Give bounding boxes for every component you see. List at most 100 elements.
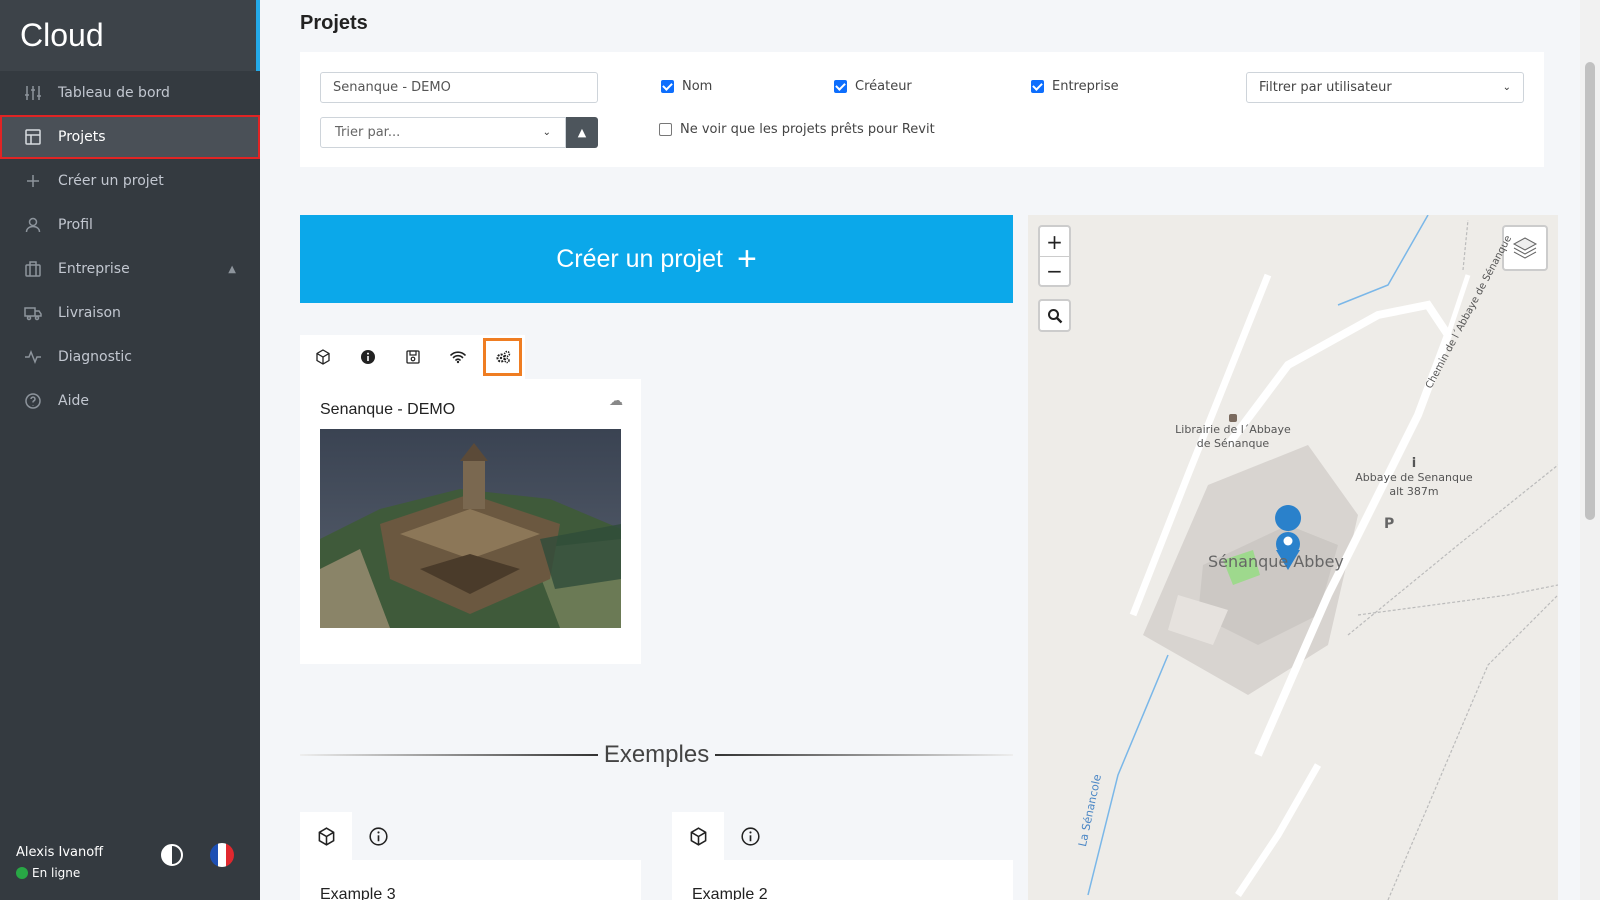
gears-icon (496, 350, 510, 364)
checkbox-createur[interactable]: Créateur (834, 79, 912, 94)
contrast-toggle-icon[interactable] (161, 844, 183, 866)
project-title[interactable]: Senanque - DEMO (320, 401, 455, 419)
tab-save[interactable] (390, 335, 435, 379)
chevron-down-icon: ⌄ (1502, 82, 1511, 93)
checkbox-label: Nom (682, 79, 713, 94)
example-title[interactable]: Example 3 (320, 886, 396, 900)
brand-logo[interactable]: Cloud (0, 0, 260, 71)
checkbox-entreprise[interactable]: Entreprise (1031, 79, 1119, 94)
chevron-down-icon: ⌄ (542, 127, 551, 138)
sidebar-item-label: Livraison (58, 305, 121, 321)
sidebar-nav: Tableau de bord Projets Créer un projet … (0, 71, 260, 423)
sidebar: Cloud Tableau de bord Projets Créer un p… (0, 0, 260, 900)
tab-info[interactable] (352, 812, 404, 860)
tab-3d-model[interactable] (672, 812, 724, 860)
plus-icon: + (736, 239, 757, 278)
user-filter-select[interactable]: Filtrer par utilisateur ⌄ (1246, 72, 1524, 103)
cloud-sync-icon[interactable]: ☁ (609, 393, 623, 409)
checkbox-label: Ne voir que les projets prêts pour Revit (680, 122, 935, 137)
checkbox-checked-icon[interactable] (1031, 80, 1044, 93)
project-map[interactable]: + − Librairie de l´Abbaye de Sénanque i Ab… (1028, 215, 1558, 900)
tab-3d-model[interactable] (300, 812, 352, 860)
tab-wifi[interactable] (435, 335, 480, 379)
brand-text: Cloud (20, 17, 104, 53)
scrollbar-thumb[interactable] (1585, 62, 1595, 520)
project-card[interactable]: ☁ Senanque - DEMO (300, 379, 641, 664)
tab-settings[interactable] (480, 335, 525, 379)
map-label-librairie: Librairie de l´Abbaye de Sénanque (1175, 423, 1291, 450)
checkbox-nom[interactable]: Nom (661, 79, 712, 94)
create-project-label: Créer un projet (556, 244, 723, 273)
sidebar-item-entreprise[interactable]: Entreprise ▲ (0, 247, 260, 291)
sliders-icon (24, 84, 42, 102)
sidebar-item-profil[interactable]: Profil (0, 203, 260, 247)
user-name: Alexis Ivanoff (16, 845, 104, 860)
example-title[interactable]: Example 2 (692, 886, 768, 900)
sidebar-item-label: Créer un projet (58, 173, 164, 189)
activity-icon (24, 348, 42, 366)
checkbox-checked-icon[interactable] (834, 80, 847, 93)
zoom-out-button[interactable]: − (1040, 256, 1069, 285)
project-thumbnail[interactable] (320, 429, 621, 628)
sort-select[interactable]: Trier par... ⌄ (320, 117, 566, 148)
cube-icon (318, 826, 334, 846)
checkbox-label: Créateur (855, 79, 912, 94)
sidebar-item-label: Aide (58, 393, 89, 409)
sidebar-item-creer-projet[interactable]: Créer un projet (0, 159, 260, 203)
map-search-control (1038, 299, 1071, 332)
sidebar-item-label: Projets (58, 129, 106, 145)
tab-3d-model[interactable] (300, 335, 345, 379)
main-content: Projets Trier par... ⌄ ▲ Nom Créateur En… (260, 0, 1580, 900)
sidebar-item-diagnostic[interactable]: Diagnostic (0, 335, 260, 379)
online-dot-icon (16, 867, 28, 879)
checkbox-revit-ready[interactable]: Ne voir que les projets prêts pour Revit (659, 122, 935, 137)
info-icon (360, 350, 375, 364)
page-scrollbar[interactable] (1580, 0, 1600, 900)
tab-info[interactable] (345, 335, 390, 379)
french-flag-icon[interactable] (210, 843, 234, 867)
map-label-main: Sénanque Abbey (1208, 552, 1344, 571)
user-icon (24, 216, 42, 234)
project-search-input[interactable] (320, 72, 598, 103)
map-search-button[interactable] (1040, 301, 1069, 330)
building-icon (24, 260, 42, 278)
map-label-abbaye: i Abbaye de Senanque alt 387m (1355, 456, 1473, 499)
zoom-control: + − (1038, 225, 1071, 287)
sidebar-item-label: Profil (58, 217, 93, 233)
sidebar-item-tableau-de-bord[interactable]: Tableau de bord (0, 71, 260, 115)
filter-card: Trier par... ⌄ ▲ Nom Créateur Entreprise… (300, 52, 1544, 167)
cube-icon (690, 826, 706, 846)
user-filter-value: Filtrer par utilisateur (1259, 80, 1392, 95)
layout-icon (24, 128, 42, 146)
divider (300, 754, 598, 756)
sidebar-item-label: Diagnostic (58, 349, 132, 365)
project-card-tabs (300, 335, 525, 379)
sidebar-item-aide[interactable]: Aide (0, 379, 260, 423)
example-card[interactable]: Example 2 (672, 860, 1013, 900)
map-label-parking: P (1384, 516, 1395, 532)
checkbox-unchecked-icon[interactable] (659, 123, 672, 136)
sort-arrows-icon: ▲ (577, 126, 587, 139)
sidebar-item-label: Tableau de bord (58, 85, 170, 101)
example-card-tabs (672, 812, 776, 860)
examples-heading-text: Exemples (603, 741, 710, 768)
create-project-button[interactable]: Créer un projet + (300, 215, 1013, 303)
example-card-tabs (300, 812, 404, 860)
user-status-text: En ligne (32, 866, 81, 880)
sidebar-item-projets[interactable]: Projets (0, 115, 260, 159)
tab-info[interactable] (724, 812, 776, 860)
sort-direction-button[interactable]: ▲ (566, 117, 598, 148)
checkbox-label: Entreprise (1052, 79, 1119, 94)
help-circle-icon (24, 392, 42, 410)
sidebar-item-label: Entreprise (58, 261, 130, 277)
floppy-disk-icon (405, 350, 420, 364)
cube-icon (315, 349, 330, 365)
zoom-in-button[interactable]: + (1040, 227, 1069, 256)
search-icon (1047, 308, 1062, 323)
page-title: Projets (300, 12, 368, 34)
chevron-up-icon[interactable]: ▲ (228, 264, 236, 275)
checkbox-checked-icon[interactable] (661, 80, 674, 93)
example-card[interactable]: Example 3 (300, 860, 641, 900)
sidebar-item-livraison[interactable]: Livraison (0, 291, 260, 335)
info-circle-icon (740, 826, 760, 846)
